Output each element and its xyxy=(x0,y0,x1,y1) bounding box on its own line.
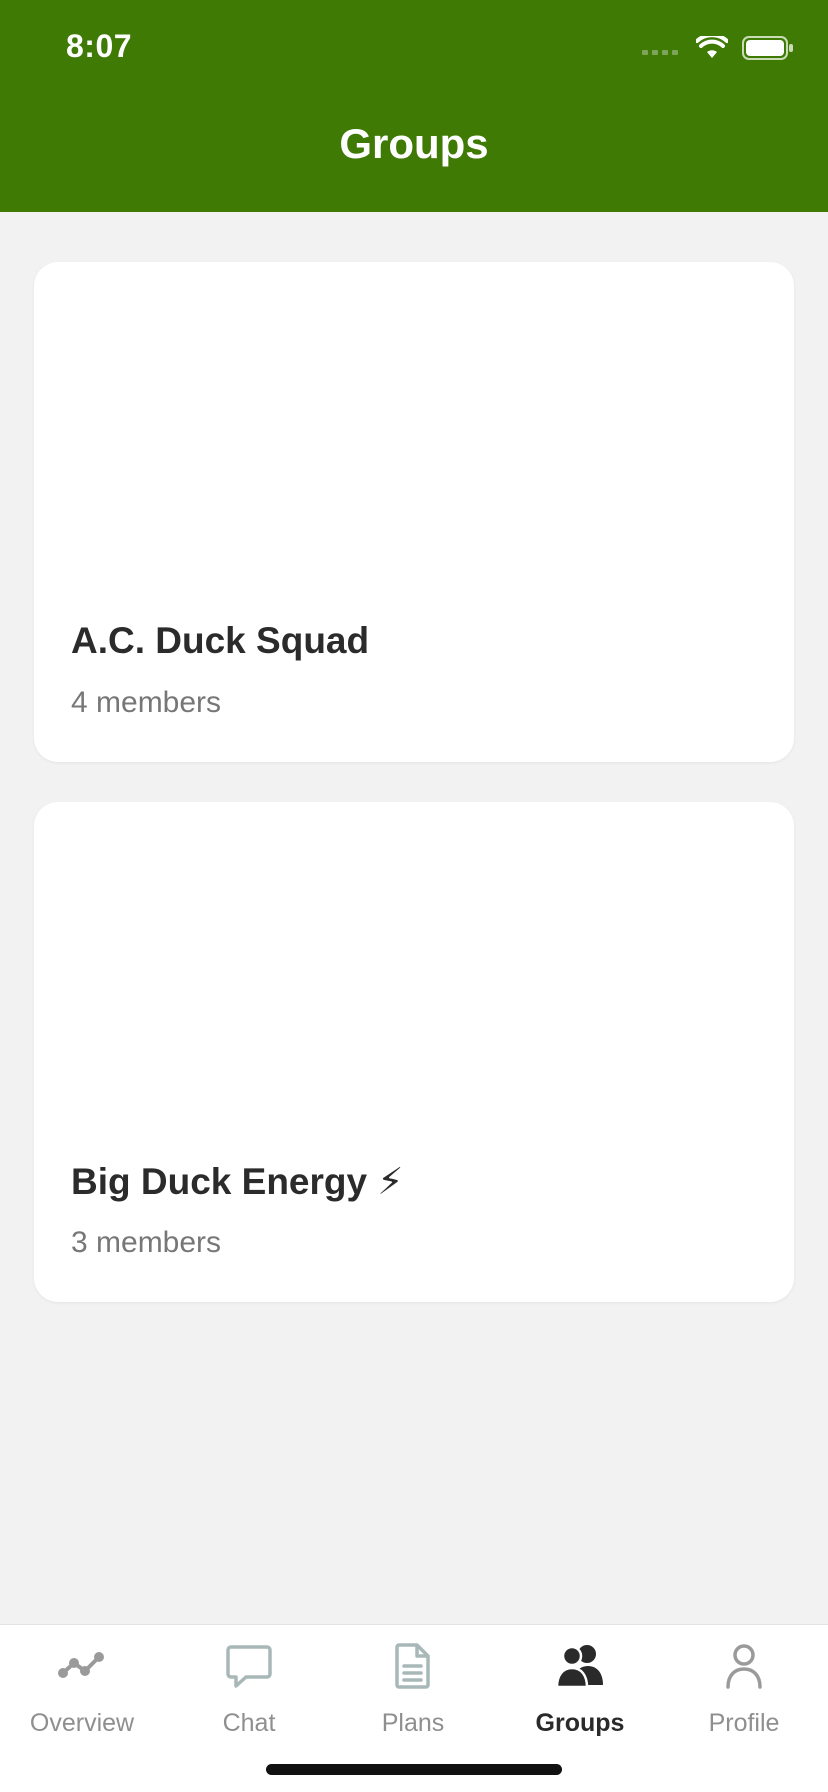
groups-screen: 8:07 Groups A.C. Duck Squad 4 members Bi… xyxy=(0,0,828,1792)
group-card[interactable]: Big Duck Energy ⚡ 3 members xyxy=(34,802,794,1302)
tab-groups[interactable]: Groups xyxy=(505,1641,655,1751)
overview-icon xyxy=(58,1652,104,1678)
chat-icon xyxy=(226,1645,272,1688)
tab-label: Profile xyxy=(708,1709,780,1737)
header: 8:07 Groups xyxy=(0,0,828,212)
home-indicator xyxy=(266,1764,562,1775)
tab-plans[interactable]: Plans xyxy=(338,1641,488,1751)
status-icons xyxy=(642,36,794,60)
status-time: 8:07 xyxy=(66,28,133,64)
tab-chat[interactable]: Chat xyxy=(174,1641,324,1751)
wifi-icon xyxy=(696,36,728,58)
tab-overview[interactable]: Overview xyxy=(7,1641,157,1751)
tab-label: Overview xyxy=(29,1709,135,1737)
group-name: Big Duck Energy ⚡ xyxy=(71,1161,404,1202)
document-icon xyxy=(395,1643,430,1689)
group-member-count: 4 members xyxy=(71,686,222,719)
battery-icon xyxy=(742,36,793,60)
tab-label: Groups xyxy=(535,1709,625,1737)
signal-icon xyxy=(642,50,678,55)
page-title: Groups xyxy=(339,120,489,167)
tab-label: Chat xyxy=(222,1709,276,1737)
group-name: A.C. Duck Squad xyxy=(71,620,370,661)
tab-profile[interactable]: Profile xyxy=(669,1641,819,1751)
tab-label: Plans xyxy=(381,1709,445,1737)
group-member-count: 3 members xyxy=(71,1226,222,1259)
group-card[interactable]: A.C. Duck Squad 4 members xyxy=(34,262,794,762)
person-icon xyxy=(726,1644,762,1689)
people-icon xyxy=(555,1645,603,1689)
